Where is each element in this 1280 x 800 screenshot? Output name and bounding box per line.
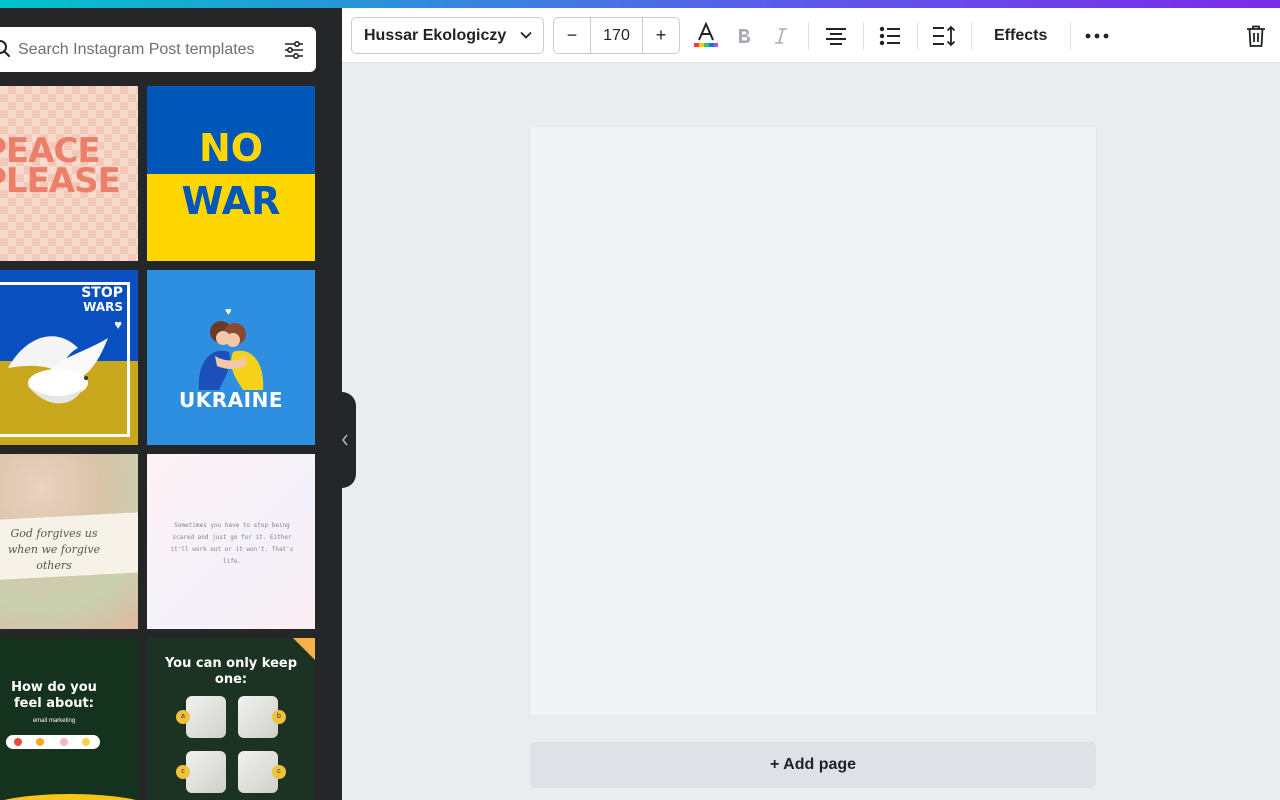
bold-button[interactable]	[730, 22, 758, 50]
search-box[interactable]	[0, 27, 316, 72]
option-label: a	[176, 710, 190, 724]
italic-icon	[775, 28, 787, 44]
font-size-input[interactable]: 170	[590, 18, 643, 53]
more-icon	[1085, 33, 1109, 39]
toolbar-divider	[917, 22, 918, 50]
collapse-panel-button[interactable]	[334, 392, 356, 488]
align-center-icon	[826, 28, 846, 45]
template-title-line1: NO	[198, 126, 264, 170]
option-photo	[186, 696, 226, 738]
line-spacing-icon	[933, 25, 956, 47]
delete-button[interactable]	[1242, 22, 1270, 50]
template-title: UKRAINE	[179, 388, 283, 412]
heart-icon: ♥	[114, 317, 122, 332]
hug-illustration	[198, 321, 264, 390]
option-label: b	[272, 710, 286, 724]
effects-button[interactable]: Effects	[983, 17, 1058, 54]
template-life-quote[interactable]: Sometimes you have to stop being scared …	[147, 454, 315, 629]
design-canvas-page[interactable]	[530, 127, 1096, 715]
bullet-list-icon	[879, 26, 900, 46]
bold-icon	[739, 29, 750, 43]
text-color-button[interactable]	[692, 22, 720, 50]
search-input[interactable]	[18, 27, 262, 72]
toolbar-divider	[863, 22, 864, 50]
search-icon	[0, 40, 10, 57]
chevron-down-icon	[520, 31, 532, 39]
heart-icon: ♥	[225, 306, 232, 318]
reaction-emoji	[60, 738, 68, 746]
dove-illustration	[8, 336, 108, 404]
top-accent-stripe	[0, 0, 1280, 8]
template-god-forgives[interactable]: God forgives us when we forgive others	[0, 454, 138, 629]
decrease-font-size-button[interactable]: −	[554, 18, 590, 53]
font-family-dropdown[interactable]: Hussar Ekologiczy	[351, 17, 544, 54]
template-quote: Sometimes you have to stop being scared …	[170, 522, 294, 565]
template-title: PEACEPLEASE	[0, 131, 121, 201]
add-page-button[interactable]: + Add page	[530, 742, 1096, 788]
chevron-left-icon	[341, 434, 348, 446]
reaction-emoji	[14, 738, 22, 746]
toolbar-divider	[971, 22, 972, 50]
template-title-line2: WAR	[181, 179, 281, 223]
template-title: How do you feel about:	[11, 680, 97, 711]
template-quote: God forgives us when we forgive others	[7, 527, 101, 572]
option-photo	[186, 751, 226, 793]
template-ukraine[interactable]: ♥ UKRAINE	[147, 270, 315, 445]
increase-font-size-button[interactable]: +	[643, 18, 679, 53]
template-no-war[interactable]: NO WAR	[147, 86, 315, 261]
reaction-emoji	[82, 738, 90, 746]
templates-sidebar: PEACEPLEASE NO WAR STOPWARS ♥ ♥ UKRAINE	[0, 8, 342, 800]
template-title: You can only keep one:	[164, 656, 298, 687]
template-subtitle: email marketing	[32, 718, 76, 724]
reaction-emoji	[36, 738, 44, 746]
option-label: c	[272, 765, 286, 779]
italic-button[interactable]	[767, 22, 795, 50]
template-title: STOP WARS	[81, 285, 123, 314]
font-family-value: Hussar Ekologiczy	[364, 26, 507, 44]
filter-icon[interactable]	[282, 38, 306, 62]
more-options-button[interactable]	[1083, 22, 1111, 50]
list-button[interactable]	[876, 22, 904, 50]
text-toolbar: Hussar Ekologiczy − 170 + Effects	[342, 8, 1280, 63]
trash-icon	[1247, 25, 1265, 47]
template-how-do-you-feel[interactable]: How do you feel about: email marketing	[0, 638, 138, 800]
template-keep-one[interactable]: You can only keep one: a b c c	[147, 638, 315, 800]
toolbar-divider	[1070, 22, 1071, 50]
reaction-bar	[6, 735, 100, 749]
text-color-icon	[694, 22, 718, 47]
toolbar-divider	[808, 22, 809, 50]
decorative-wave	[0, 794, 138, 800]
align-center-button[interactable]	[822, 22, 850, 50]
font-size-stepper: − 170 +	[553, 17, 680, 54]
spacing-button[interactable]	[930, 22, 958, 50]
template-peace-please[interactable]: PEACEPLEASE	[0, 86, 138, 261]
option-label: c	[176, 765, 190, 779]
template-stop-wars[interactable]: STOP WARS ♥	[0, 270, 138, 445]
